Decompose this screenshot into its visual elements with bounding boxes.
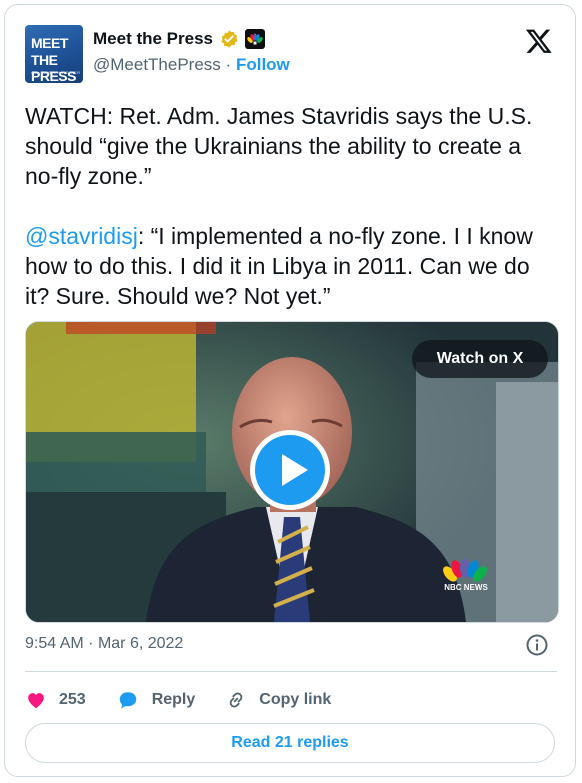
divider xyxy=(25,671,557,672)
avatar-text-meet: MEET xyxy=(31,35,68,51)
timestamp-time: 9:54 AM xyxy=(25,635,84,652)
timestamp-date: Mar 6, 2022 xyxy=(97,635,184,652)
nbc-peacock-icon xyxy=(245,29,265,49)
info-icon[interactable] xyxy=(525,633,549,657)
handle-row: @MeetThePress · Follow xyxy=(93,55,290,75)
author-name[interactable]: Meet the Press xyxy=(93,29,213,49)
timestamp-separator: · xyxy=(88,635,94,652)
avatar-text-small: with KRISTEN WELKER xyxy=(31,70,81,75)
tweet-text: WATCH: Ret. Adm. James Stavridis says th… xyxy=(25,101,559,311)
play-icon[interactable] xyxy=(248,428,332,512)
x-logo-icon[interactable] xyxy=(525,27,553,55)
handle-separator: · xyxy=(225,55,232,74)
author-handle[interactable]: @MeetThePress xyxy=(93,55,221,74)
like-count: 253 xyxy=(59,691,86,708)
tweet-timestamp[interactable]: 9:54 AM · Mar 6, 2022 xyxy=(25,635,183,653)
tweet-text-quote: @stavridisj: “I implemented a no-fly zon… xyxy=(25,221,559,311)
video-player[interactable]: NBC NEWS Watch on X xyxy=(25,321,559,623)
reply-bubble-icon xyxy=(119,692,136,709)
follow-button[interactable]: Follow xyxy=(236,55,290,74)
action-bar: 253 Reply Copy link xyxy=(25,685,361,715)
avatar-text-press: THE PRESS xyxy=(31,52,76,83)
copy-link-label: Copy link xyxy=(259,691,332,708)
tweet-card: MEET THE PRESS with KRISTEN WELKER Meet … xyxy=(4,4,576,777)
verified-badge-icon xyxy=(221,30,238,48)
watch-on-x-button[interactable]: Watch on X xyxy=(412,340,548,378)
mention-link[interactable]: @stavridisj xyxy=(25,223,138,249)
heart-icon xyxy=(28,693,44,709)
name-row: Meet the Press xyxy=(93,27,265,51)
reply-label: Reply xyxy=(151,691,196,708)
like-action[interactable]: 253 xyxy=(25,689,86,711)
tweet-header: MEET THE PRESS with KRISTEN WELKER Meet … xyxy=(25,25,557,83)
nbc-news-logo: NBC NEWS xyxy=(444,583,488,592)
read-replies-button[interactable]: Read 21 replies xyxy=(25,723,555,763)
reply-action[interactable]: Reply xyxy=(116,689,196,711)
link-icon xyxy=(229,692,243,708)
avatar[interactable]: MEET THE PRESS with KRISTEN WELKER xyxy=(25,25,83,83)
copy-link-action[interactable]: Copy link xyxy=(225,689,331,711)
tweet-text-line1: WATCH: Ret. Adm. James Stavridis says th… xyxy=(25,103,533,189)
